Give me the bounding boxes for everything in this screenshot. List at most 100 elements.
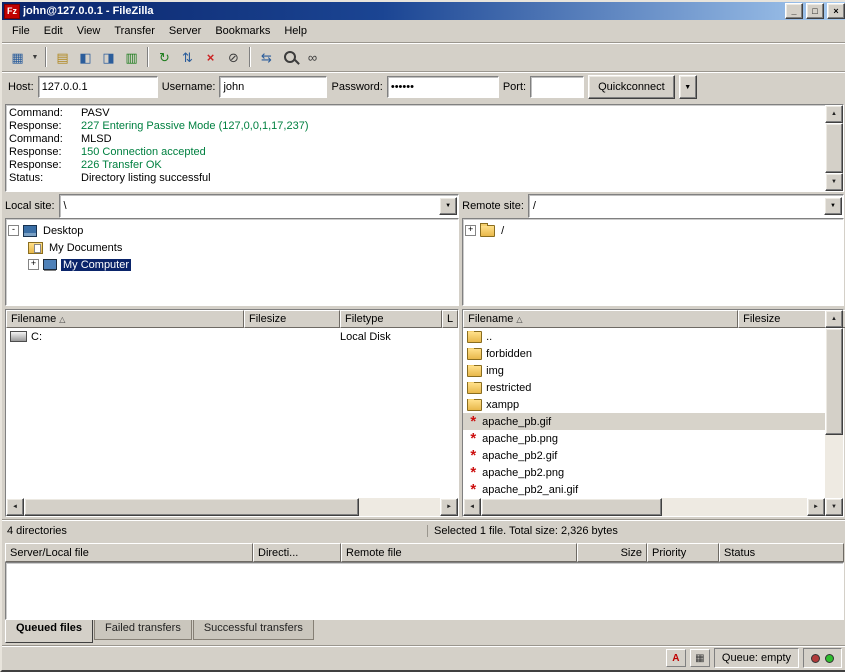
scroll-track[interactable] <box>825 123 843 173</box>
scroll-track[interactable] <box>24 498 440 516</box>
password-input[interactable] <box>387 76 499 98</box>
remote-file-row[interactable]: img <box>463 362 825 379</box>
scroll-track[interactable] <box>825 328 843 498</box>
remote-file-row[interactable]: *apache_pb.png 1,385 <box>463 430 825 447</box>
tree-item-my-documents[interactable]: My Documents <box>8 239 456 256</box>
site-manager-dropdown-button[interactable]: ▼ <box>29 46 41 68</box>
tree-item-my-computer[interactable]: + My Computer <box>8 256 456 273</box>
local-site-label: Local site: <box>5 200 55 212</box>
close-button[interactable]: × <box>827 3 845 19</box>
column-label: Size <box>621 547 642 559</box>
menu-edit[interactable]: Edit <box>37 22 70 40</box>
remote-horizontal-scrollbar[interactable]: ◄ ► <box>463 498 825 516</box>
username-input[interactable] <box>219 76 327 98</box>
local-horizontal-scrollbar[interactable]: ◄ ► <box>6 498 458 516</box>
scroll-track[interactable] <box>481 498 807 516</box>
scroll-thumb[interactable] <box>24 498 359 516</box>
combo-arrow-icon[interactable]: ▼ <box>439 197 457 215</box>
tab-failed-transfers[interactable]: Failed transfers <box>94 620 192 640</box>
column-last-modified[interactable]: L <box>442 310 458 328</box>
column-filetype[interactable]: Filetype <box>340 310 442 328</box>
remote-list-body: .. forbidden img restricted <box>463 328 825 498</box>
process-queue-button[interactable]: ⇅ <box>176 46 199 68</box>
remote-file-row[interactable]: *apache_pb2.png 1,463 <box>463 464 825 481</box>
tab-successful-transfers[interactable]: Successful transfers <box>193 620 314 640</box>
toggle-transfer-queue-button[interactable]: ▥ <box>120 46 143 68</box>
column-server-local-file[interactable]: Server/Local file <box>5 543 253 562</box>
local-site-combo[interactable]: \ ▼ <box>59 194 460 218</box>
local-file-row[interactable]: C: Local Disk <box>6 328 458 345</box>
scroll-right-icon[interactable]: ► <box>440 498 458 516</box>
directory-comparison-button[interactable]: ⇆ <box>255 46 278 68</box>
tree-item-root[interactable]: + / <box>465 222 841 239</box>
column-filename[interactable]: Filename△ <box>463 310 738 328</box>
remote-file-row-selected[interactable]: *apache_pb.gif 2,326 <box>463 413 825 430</box>
scroll-down-icon[interactable]: ▼ <box>825 498 843 516</box>
remote-vertical-scrollbar[interactable]: ▲ ▼ <box>825 310 843 516</box>
log-text: PASV <box>81 107 110 120</box>
remote-file-row[interactable]: *apache_pb2.gif 2,414 <box>463 447 825 464</box>
disconnect-icon: ⊘ <box>228 51 239 64</box>
combo-arrow-icon[interactable]: ▼ <box>824 197 842 215</box>
log-label: Command: <box>9 133 81 146</box>
file-name: restricted <box>486 382 531 394</box>
toggle-remote-tree-button[interactable]: ◨ <box>97 46 120 68</box>
scroll-down-icon[interactable]: ▼ <box>825 173 843 191</box>
scroll-thumb[interactable] <box>825 328 843 435</box>
scroll-up-icon[interactable]: ▲ <box>825 310 843 328</box>
find-files-button[interactable] <box>278 46 301 68</box>
column-filesize[interactable]: Filesize <box>244 310 340 328</box>
disconnect-button[interactable]: ⊘ <box>222 46 245 68</box>
host-input[interactable] <box>38 76 158 98</box>
remote-file-row[interactable]: forbidden <box>463 345 825 362</box>
maximize-button[interactable]: □ <box>806 3 824 19</box>
menu-bookmarks[interactable]: Bookmarks <box>208 22 277 40</box>
tab-queued-files[interactable]: Queued files <box>5 620 93 643</box>
column-filename[interactable]: Filename△ <box>6 310 244 328</box>
scroll-thumb[interactable] <box>825 123 843 173</box>
menu-file[interactable]: File <box>5 22 37 40</box>
port-input[interactable] <box>530 76 584 98</box>
minimize-button[interactable]: _ <box>785 3 803 19</box>
transfer-type-icon[interactable]: A <box>666 649 686 667</box>
site-manager-icon: ▦ <box>11 51 23 64</box>
column-size[interactable]: Size <box>577 543 647 562</box>
scroll-left-icon[interactable]: ◄ <box>6 498 24 516</box>
scroll-thumb[interactable] <box>481 498 662 516</box>
expand-icon[interactable]: + <box>28 259 39 270</box>
grid-icon[interactable]: ▦ <box>690 649 710 667</box>
process-queue-icon: ⇅ <box>182 51 193 64</box>
toggle-local-tree-button[interactable]: ◧ <box>74 46 97 68</box>
remote-file-row[interactable]: *apache_pb2_ani.gif 2,160 <box>463 481 825 498</box>
column-priority[interactable]: Priority <box>647 543 719 562</box>
menu-transfer[interactable]: Transfer <box>107 22 162 40</box>
scroll-left-icon[interactable]: ◄ <box>463 498 481 516</box>
menu-server[interactable]: Server <box>162 22 208 40</box>
column-status[interactable]: Status <box>719 543 844 562</box>
toggle-message-log-button[interactable]: ▤ <box>51 46 74 68</box>
scroll-up-icon[interactable]: ▲ <box>825 105 843 123</box>
collapse-icon[interactable]: - <box>8 225 19 236</box>
remote-site-combo[interactable]: / ▼ <box>528 194 844 218</box>
quickconnect-bar: Host: Username: Password: Port: Quickcon… <box>2 71 845 102</box>
site-manager-button[interactable]: ▦ <box>6 46 29 68</box>
remote-file-row[interactable]: xampp <box>463 396 825 413</box>
cancel-button[interactable]: × <box>199 46 222 68</box>
tree-item-desktop[interactable]: - Desktop <box>8 222 456 239</box>
menu-view[interactable]: View <box>70 22 108 40</box>
remote-file-row[interactable]: restricted <box>463 379 825 396</box>
column-direction[interactable]: Directi... <box>253 543 341 562</box>
log-scrollbar[interactable]: ▲ ▼ <box>825 105 843 191</box>
refresh-button[interactable]: ↻ <box>153 46 176 68</box>
column-label: Priority <box>652 547 686 559</box>
quickconnect-dropdown-button[interactable]: ▼ <box>679 75 697 99</box>
column-remote-file[interactable]: Remote file <box>341 543 577 562</box>
title-bar[interactable]: Fz john@127.0.0.1 - FileZilla _ □ × <box>2 2 845 20</box>
synchronized-browsing-button[interactable]: ∞ <box>301 46 324 68</box>
column-label: Directi... <box>258 547 298 559</box>
remote-file-row[interactable]: .. <box>463 328 825 345</box>
quickconnect-button[interactable]: Quickconnect <box>588 75 675 99</box>
menu-help[interactable]: Help <box>277 22 314 40</box>
scroll-right-icon[interactable]: ► <box>807 498 825 516</box>
expand-icon[interactable]: + <box>465 225 476 236</box>
